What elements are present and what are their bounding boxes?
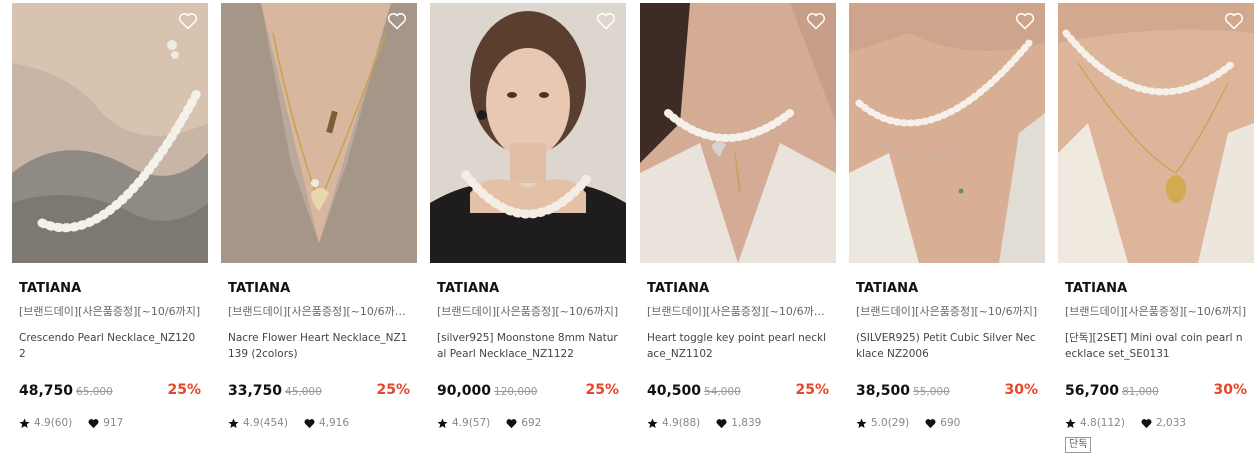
meta-row: 4.8(112) 2,033: [1065, 415, 1247, 431]
promo-text: [브랜드데이][사은품증정][~10/6까지]: [437, 305, 619, 318]
discount-rate: 25%: [376, 382, 410, 398]
meta-row: 4.9(60) 917: [19, 415, 201, 431]
product-card[interactable]: TATIANA [브랜드데이][사은품증정][~10/6까지] [silver9…: [430, 3, 626, 463]
product-card[interactable]: TATIANA [브랜드데이][사은품증정][~10/6까지... Nacre …: [221, 3, 417, 463]
product-name[interactable]: (SILVER925) Petit Cubic Silver Necklace …: [856, 330, 1038, 362]
likes-count: 4,916: [318, 417, 349, 429]
original-price: 45,000: [285, 386, 322, 398]
brand-name[interactable]: TATIANA: [1065, 281, 1247, 297]
price-row: 48,750 65,000 25%: [19, 381, 201, 399]
product-image[interactable]: [1058, 3, 1254, 263]
price-row: 40,500 54,000 25%: [647, 381, 829, 399]
meta-row: 4.9(454) 4,916: [228, 415, 410, 431]
product-card[interactable]: TATIANA [브랜드데이][사은품증정][~10/6까지] [단독][2SE…: [1058, 3, 1254, 463]
heart-filled-icon: [925, 418, 936, 429]
product-name[interactable]: [silver925] Moonstone 8mm Natural Pearl …: [437, 330, 619, 362]
brand-name[interactable]: TATIANA: [647, 281, 829, 297]
promo-text: [브랜드데이][사은품증정][~10/6까지...: [228, 305, 410, 318]
likes-count: 690: [940, 417, 961, 429]
sale-price: 38,500: [856, 383, 911, 399]
wishlist-heart-icon[interactable]: [178, 12, 198, 30]
wishlist-heart-icon[interactable]: [1224, 12, 1244, 30]
sale-price: 48,750: [19, 383, 74, 399]
heart-filled-icon: [506, 418, 517, 429]
brand-name[interactable]: TATIANA: [228, 281, 410, 297]
discount-rate: 25%: [167, 382, 201, 398]
star-icon: [647, 418, 658, 429]
product-grid: TATIANA [브랜드데이][사은품증정][~10/6까지] Crescend…: [0, 0, 1260, 467]
rating-text: 4.9(57): [452, 417, 491, 429]
original-price: 55,000: [913, 386, 950, 398]
product-image[interactable]: [849, 3, 1045, 263]
product-card[interactable]: TATIANA [브랜드데이][사은품증정][~10/6까지... Heart …: [640, 3, 836, 463]
meta-row: 4.9(88) 1,839: [647, 415, 829, 431]
price-row: 33,750 45,000 25%: [228, 381, 410, 399]
discount-rate: 25%: [585, 382, 619, 398]
discount-rate: 25%: [795, 382, 829, 398]
product-image[interactable]: [221, 3, 417, 263]
star-icon: [856, 418, 867, 429]
likes-count: 917: [103, 417, 124, 429]
product-name[interactable]: Heart toggle key point pearl necklace_NZ…: [647, 330, 829, 362]
product-image[interactable]: [430, 3, 626, 263]
original-price: 54,000: [704, 386, 741, 398]
star-icon: [437, 418, 448, 429]
discount-rate: 30%: [1213, 382, 1247, 398]
price-row: 56,700 81,000 30%: [1065, 381, 1247, 399]
price-row: 38,500 55,000 30%: [856, 381, 1038, 399]
product-card[interactable]: TATIANA [브랜드데이][사은품증정][~10/6까지] Crescend…: [12, 3, 208, 463]
star-icon: [1065, 418, 1076, 429]
likes-count: 1,839: [731, 417, 762, 429]
rating-text: 4.9(88): [662, 417, 701, 429]
discount-rate: 30%: [1004, 382, 1038, 398]
wishlist-heart-icon[interactable]: [806, 12, 826, 30]
heart-filled-icon: [304, 418, 315, 429]
sale-price: 56,700: [1065, 383, 1120, 399]
wishlist-heart-icon[interactable]: [1015, 12, 1035, 30]
original-price: 120,000: [494, 386, 538, 398]
sale-price: 40,500: [647, 383, 702, 399]
rating-text: 4.9(454): [243, 417, 288, 429]
heart-filled-icon: [1141, 418, 1152, 429]
product-name[interactable]: [단독][2SET] Mini oval coin pearl necklace…: [1065, 330, 1247, 362]
sale-price: 90,000: [437, 383, 492, 399]
sale-price: 33,750: [228, 383, 283, 399]
likes-count: 692: [521, 417, 542, 429]
star-icon: [19, 418, 30, 429]
original-price: 81,000: [1122, 386, 1159, 398]
meta-row: 4.9(57) 692: [437, 415, 619, 431]
likes-count: 2,033: [1155, 417, 1186, 429]
price-row: 90,000 120,000 25%: [437, 381, 619, 399]
heart-filled-icon: [88, 418, 99, 429]
wishlist-heart-icon[interactable]: [596, 12, 616, 30]
heart-filled-icon: [716, 418, 727, 429]
rating-text: 4.9(60): [34, 417, 73, 429]
meta-row: 5.0(29) 690: [856, 415, 1038, 431]
original-price: 65,000: [76, 386, 113, 398]
exclusive-badge: 단독: [1065, 437, 1092, 453]
product-card[interactable]: TATIANA [브랜드데이][사은품증정][~10/6까지] (SILVER9…: [849, 3, 1045, 463]
product-image[interactable]: [640, 3, 836, 263]
promo-text: [브랜드데이][사은품증정][~10/6까지]: [1065, 305, 1247, 318]
promo-text: [브랜드데이][사은품증정][~10/6까지]: [19, 305, 201, 318]
rating-text: 4.8(112): [1080, 417, 1125, 429]
product-image[interactable]: [12, 3, 208, 263]
product-name[interactable]: Nacre Flower Heart Necklace_NZ1139 (2col…: [228, 330, 410, 362]
brand-name[interactable]: TATIANA: [19, 281, 201, 297]
promo-text: [브랜드데이][사은품증정][~10/6까지]: [856, 305, 1038, 318]
star-icon: [228, 418, 239, 429]
product-name[interactable]: Crescendo Pearl Necklace_NZ1202: [19, 330, 201, 362]
promo-text: [브랜드데이][사은품증정][~10/6까지...: [647, 305, 829, 318]
brand-name[interactable]: TATIANA: [856, 281, 1038, 297]
wishlist-heart-icon[interactable]: [387, 12, 407, 30]
brand-name[interactable]: TATIANA: [437, 281, 619, 297]
rating-text: 5.0(29): [871, 417, 910, 429]
